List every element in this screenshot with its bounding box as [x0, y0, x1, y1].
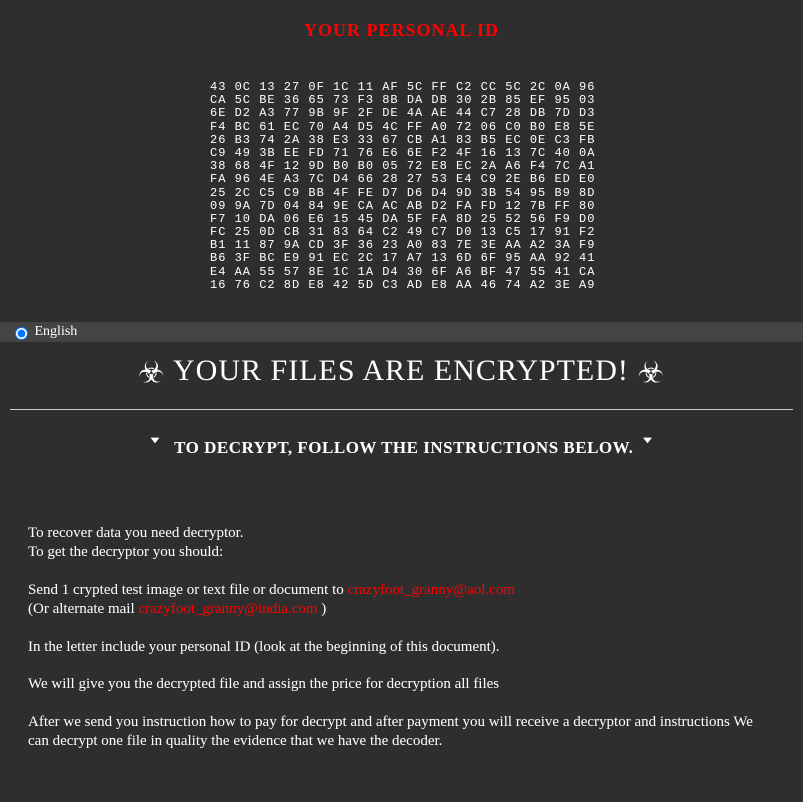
language-radio-english[interactable]: [15, 327, 28, 340]
instruction-line: To recover data you need decryptor. To g…: [28, 524, 775, 563]
arrow-down-icon: 🢓: [150, 438, 160, 457]
divider: [10, 409, 793, 410]
personal-id-panel: YOUR PERSONAL ID 43 0C 13 27 0F 1C 11 AF…: [0, 0, 803, 322]
instruction-line: After we send you instruction how to pay…: [28, 713, 775, 752]
biohazard-icon: ☣: [138, 357, 166, 390]
instructions-body: To recover data you need decryptor. To g…: [0, 524, 803, 752]
contact-email-alternate: crazyfoot_granny@india.com: [138, 601, 317, 617]
biohazard-icon: ☣: [637, 357, 665, 390]
personal-id-title: YOUR PERSONAL ID: [0, 20, 803, 41]
language-bar: English: [0, 322, 803, 342]
arrow-down-icon: 🢓: [643, 438, 653, 457]
instruction-line: In the letter include your personal ID (…: [28, 638, 775, 658]
instruction-line: Send 1 crypted test image or text file o…: [28, 581, 775, 620]
instruction-line: We will give you the decrypted file and …: [28, 675, 775, 695]
main-panel: ☣ YOUR FILES ARE ENCRYPTED! ☣ 🢓 TO DECRY…: [0, 354, 803, 790]
encrypted-heading: ☣ YOUR FILES ARE ENCRYPTED! ☣: [0, 354, 803, 391]
subheading-text: TO DECRYPT, FOLLOW THE INSTRUCTIONS BELO…: [174, 438, 633, 457]
subheading: 🢓 TO DECRYPT, FOLLOW THE INSTRUCTIONS BE…: [0, 435, 803, 464]
language-option-english[interactable]: English: [10, 324, 77, 339]
contact-email-primary: crazyfoot_granny@aol.com: [348, 582, 516, 598]
language-label: English: [35, 324, 78, 339]
encrypted-title-text: YOUR FILES ARE ENCRYPTED!: [173, 354, 629, 387]
personal-id-hex: 43 0C 13 27 0F 1C 11 AF 5C FF C2 CC 5C 2…: [210, 81, 803, 292]
